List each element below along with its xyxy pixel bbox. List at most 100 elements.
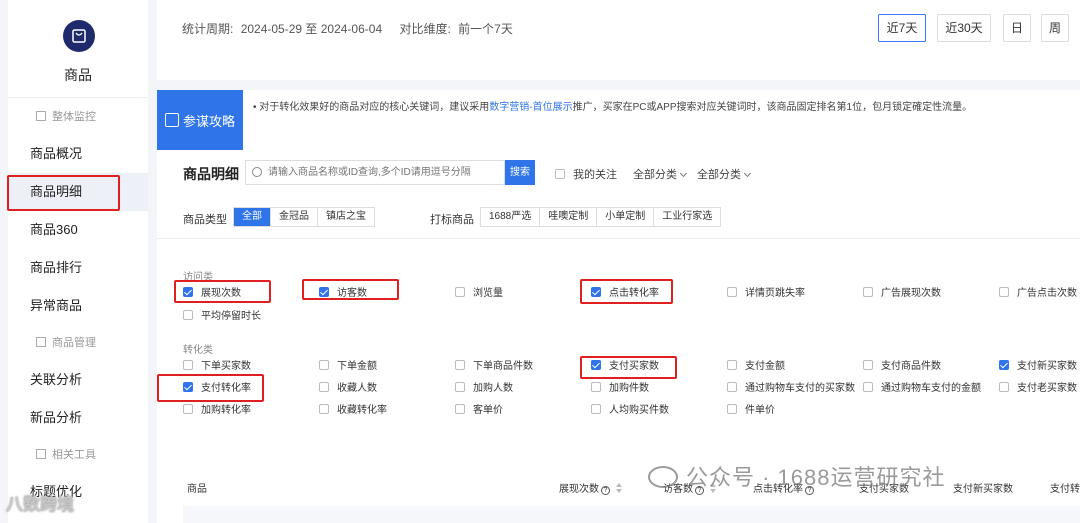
search-input[interactable] [268, 161, 500, 184]
metric-label: 通过购物车支付的买家数 [745, 383, 855, 394]
checkbox-icon[interactable] [863, 287, 873, 297]
type-gold[interactable]: 金冠品 [271, 208, 318, 226]
page-title: 商品明细 [183, 166, 239, 182]
col-product[interactable]: 商品 [187, 480, 207, 495]
tip-text: • 对于转化效果好的商品对应的核心关键词，建议采用数字营销-首位展示推广，买家在… [253, 102, 973, 113]
strategy-badge[interactable]: 参谋攻略 [157, 90, 243, 150]
mark-industry[interactable]: 工业行家选 [654, 208, 721, 226]
metric-label: 通过购物车支付的金额 [881, 383, 981, 394]
metric-label: 下单买家数 [201, 361, 251, 372]
metric-label: 件单价 [745, 405, 775, 416]
col-pay-conv[interactable]: 支付转 [1050, 480, 1080, 495]
type-treasure[interactable]: 镇店之宝 [318, 208, 374, 226]
highlight-box [174, 280, 271, 303]
metric-checkbox[interactable]: 人均购买件数 [591, 404, 669, 418]
metric-checkbox[interactable]: 客单价 [455, 404, 503, 418]
checkbox-icon[interactable] [455, 287, 465, 297]
metric-label: 详情页跳失率 [745, 288, 805, 299]
metric-checkbox[interactable]: 支付金额 [727, 360, 785, 374]
checkbox-icon[interactable] [999, 382, 1009, 392]
mark-small[interactable]: 小单定制 [597, 208, 655, 226]
checkbox-checked-icon[interactable] [999, 360, 1009, 370]
sidebar-item-rank[interactable]: 商品排行 [8, 249, 148, 287]
sidebar-item-abnormal[interactable]: 异常商品 [8, 287, 148, 325]
metric-checkbox[interactable]: 下单商品件数 [455, 360, 533, 374]
metric-checkbox[interactable]: 支付新买家数 [999, 360, 1077, 374]
metric-checkbox[interactable]: 收藏转化率 [319, 404, 387, 418]
metric-checkbox[interactable]: 广告展现次数 [863, 287, 941, 301]
metric-checkbox[interactable]: 下单买家数 [183, 360, 251, 374]
metric-label: 加购件数 [609, 383, 649, 394]
mark-yanxuan[interactable]: 1688严选 [481, 208, 541, 226]
range-7d-button[interactable]: 近7天 [878, 14, 926, 42]
range-week-button[interactable]: 周 [1041, 14, 1069, 42]
checkbox-icon[interactable] [455, 382, 465, 392]
sort-icon[interactable] [616, 483, 622, 493]
sidebar-item-related[interactable]: 关联分析 [8, 361, 148, 399]
category-dropdown-2[interactable]: 全部分类 [697, 166, 752, 182]
metric-checkbox[interactable]: 浏览量 [455, 287, 503, 301]
metric-checkbox[interactable]: 下单金额 [319, 360, 377, 374]
category-dropdown-1[interactable]: 全部分类 [633, 166, 688, 182]
checkbox-icon[interactable] [555, 169, 565, 179]
metric-checkbox[interactable]: 广告点击次数 [999, 287, 1077, 301]
mark-waoh[interactable]: 哇噢定制 [540, 208, 598, 226]
range-30d-button[interactable]: 近30天 [937, 14, 991, 42]
metric-label: 支付金额 [745, 361, 785, 372]
metric-label: 浏览量 [473, 288, 503, 299]
mark-label: 打标商品 [430, 214, 474, 226]
sidebar-item-new[interactable]: 新品分析 [8, 399, 148, 437]
checkbox-icon[interactable] [319, 404, 329, 414]
metric-checkbox[interactable]: 件单价 [727, 404, 775, 418]
col-impressions[interactable]: 展现次数? [559, 480, 622, 495]
checkbox-icon[interactable] [999, 287, 1009, 297]
checkbox-icon[interactable] [183, 310, 193, 320]
checkbox-icon[interactable] [727, 287, 737, 297]
checkbox-icon[interactable] [183, 360, 193, 370]
top-bar: 统计周期: 2024-05-29 至 2024-06-04 对比维度: 前一个7… [157, 0, 1080, 80]
metric-checkbox[interactable]: 平均停留时长 [183, 310, 261, 324]
checkbox-icon[interactable] [455, 404, 465, 414]
checkbox-icon[interactable] [591, 404, 601, 414]
checkbox-icon[interactable] [727, 382, 737, 392]
checkbox-icon[interactable] [319, 382, 329, 392]
metric-checkbox[interactable]: 通过购物车支付的金额 [863, 382, 981, 396]
sidebar-item-overview[interactable]: 商品概况 [8, 135, 148, 173]
checkbox-icon[interactable] [727, 404, 737, 414]
metric-checkbox[interactable]: 通过购物车支付的买家数 [727, 382, 855, 396]
search-button[interactable]: 搜索 [505, 160, 535, 185]
col-pay-new-buyers[interactable]: 支付新买家数 [953, 480, 1013, 495]
metric-checkbox[interactable]: 收藏人数 [319, 382, 377, 396]
metric-label: 支付商品件数 [881, 361, 941, 372]
wechat-watermark: 公众号 · 1688运营研究社 [648, 460, 946, 492]
tip-link[interactable]: 数字营销-首位展示 [489, 102, 572, 113]
checkbox-icon[interactable] [591, 382, 601, 392]
checkbox-icon[interactable] [863, 360, 873, 370]
checkbox-icon[interactable] [455, 360, 465, 370]
checkbox-icon[interactable] [319, 360, 329, 370]
checkbox-icon[interactable] [863, 382, 873, 392]
sidebar-group-monitor: 整体监控 [8, 102, 148, 132]
chevron-down-icon [743, 169, 752, 178]
metric-label: 加购转化率 [201, 405, 251, 416]
metric-checkbox[interactable]: 支付商品件数 [863, 360, 941, 374]
metric-checkbox[interactable]: 加购件数 [591, 382, 649, 396]
metric-checkbox[interactable]: 加购转化率 [183, 404, 251, 418]
highlight-box [157, 374, 264, 402]
metric-checkbox[interactable]: 支付老买家数 [999, 382, 1077, 396]
metric-checkbox[interactable]: 加购人数 [455, 382, 513, 396]
range-day-button[interactable]: 日 [1003, 14, 1031, 42]
corner-watermark: 八数跨境 [6, 495, 74, 514]
highlight-box [302, 279, 399, 300]
type-all[interactable]: 全部 [234, 208, 271, 226]
sidebar-item-360[interactable]: 商品360 [8, 211, 148, 249]
checkbox-icon[interactable] [183, 404, 193, 414]
building-icon [36, 111, 46, 121]
search-icon [252, 167, 262, 177]
metric-checkbox[interactable]: 详情页跳失率 [727, 287, 805, 301]
metric-label: 支付老买家数 [1017, 383, 1077, 394]
product-logo-icon[interactable] [63, 20, 95, 52]
my-follow-checkbox[interactable]: 我的关注 [555, 166, 617, 183]
wechat-icon [648, 466, 678, 488]
checkbox-icon[interactable] [727, 360, 737, 370]
